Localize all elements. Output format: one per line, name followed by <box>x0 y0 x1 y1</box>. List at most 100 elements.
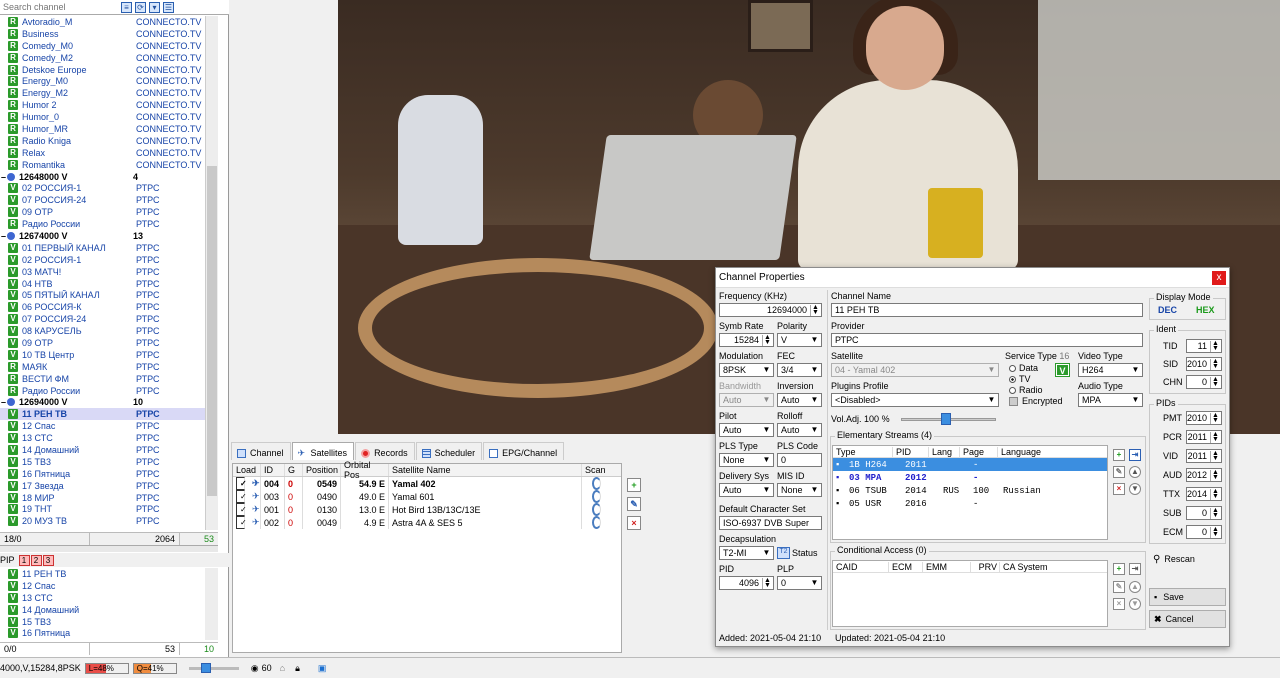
tab-scheduler[interactable]: Scheduler <box>415 442 483 460</box>
pip-scrollbar[interactable] <box>205 568 218 640</box>
search-icon[interactable] <box>592 516 601 529</box>
ca-add-icon[interactable]: + <box>1113 563 1125 575</box>
spin-icon[interactable]: ▲ ▼ <box>1210 376 1220 388</box>
chn-field[interactable]: 0 ▲ ▼ <box>1186 375 1222 389</box>
vid-field[interactable]: 2011 ▲ ▼ <box>1186 449 1222 463</box>
status-button[interactable]: T2 Status <box>777 547 818 559</box>
col-orbital[interactable]: Orbital Pos <box>341 460 389 480</box>
es-import-icon[interactable]: ⇥ <box>1129 449 1141 461</box>
col-name[interactable]: Satellite Name <box>389 464 582 476</box>
ttx-field[interactable]: 2014 ▲ ▼ <box>1186 487 1222 501</box>
pip-channel-row[interactable]: V 12 Спас <box>0 580 205 592</box>
plsc-field[interactable]: 0 <box>777 453 822 467</box>
dec-button[interactable]: DEC <box>1158 305 1177 315</box>
ca-up-icon[interactable]: ▲ <box>1129 581 1141 593</box>
ca-col-caid[interactable]: CAID <box>833 561 889 572</box>
tid-field[interactable]: 11 ▲ ▼ <box>1186 339 1222 353</box>
radio-data[interactable]: Data <box>1009 363 1038 373</box>
volume-icon[interactable]: ◉ <box>251 663 259 674</box>
channel-row[interactable]: R Energy_M0 CONNECTO.TV <box>0 75 205 87</box>
sid-field[interactable]: 2010 ▲ ▼ <box>1186 357 1222 371</box>
channel-list-scrollbar[interactable] <box>205 16 218 530</box>
channel-row[interactable]: V 14 Домашний РТРС <box>0 444 205 456</box>
spin-icon[interactable]: ▲ ▼ <box>1210 412 1220 424</box>
list-icon[interactable]: ☰ <box>163 1 174 13</box>
freq-field[interactable]: 12694000 ▲ ▼ <box>719 303 822 317</box>
pip-channel-row[interactable]: V 13 СТС <box>0 592 205 604</box>
spin-icon[interactable]: ▲ ▼ <box>1210 340 1220 352</box>
channel-row[interactable]: R Humor 2 CONNECTO.TV <box>0 99 205 111</box>
transponder-row[interactable]: –12674000 V 13 <box>0 230 205 242</box>
channel-row[interactable]: V 08 КАРУСЕЛЬ РТРС <box>0 325 205 337</box>
channel-row[interactable]: V 01 ПЕРВЫЙ КАНАЛ РТРС <box>0 242 205 254</box>
channel-row[interactable]: V 09 ОТР РТРС <box>0 337 205 349</box>
channel-row[interactable]: V 18 МИР РТРС <box>0 492 205 504</box>
spin-icon[interactable]: ▲ ▼ <box>810 304 820 316</box>
sub-field[interactable]: 0 ▲ ▼ <box>1186 506 1222 520</box>
es-col-type[interactable]: Type <box>833 446 893 457</box>
channel-row[interactable]: V 05 ПЯТЫЙ КАНАЛ РТРС <box>0 289 205 301</box>
channel-row[interactable]: V 15 ТВ3 РТРС <box>0 456 205 468</box>
rescan-button[interactable]: ⚲ Rescan <box>1149 550 1226 568</box>
ca-import-icon[interactable]: ⇥ <box>1129 563 1141 575</box>
plst-select[interactable]: None ▼ <box>719 453 774 467</box>
vtype-select[interactable]: H264 ▼ <box>1078 363 1143 377</box>
col-g[interactable]: G <box>285 464 303 476</box>
channel-row[interactable]: R Радио России РТРС <box>0 218 205 230</box>
ca-edit-icon[interactable]: ✎ <box>1113 581 1125 593</box>
satellite-row[interactable]: ✓ ✈ 004 0 0549 54.9 E Yamal 402 <box>233 477 621 490</box>
channel-row[interactable]: R Comedy_M2 CONNECTO.TV <box>0 52 205 64</box>
tab-satellites[interactable]: ✈ Satellites <box>291 442 355 460</box>
satellite-row[interactable]: ✓ ✈ 003 0 0490 49.0 E Yamal 601 <box>233 490 621 503</box>
search-input[interactable] <box>0 0 118 14</box>
col-id[interactable]: ID <box>261 464 285 476</box>
radio-tv[interactable]: TV <box>1009 374 1031 384</box>
radio-radio[interactable]: Radio <box>1009 385 1043 395</box>
pip-1-button[interactable]: 1 <box>18 554 30 566</box>
col-load[interactable]: Load <box>233 464 261 476</box>
col-position[interactable]: Position <box>303 464 341 476</box>
pip-3-button[interactable]: 3 <box>42 554 54 566</box>
scroll-thumb[interactable] <box>207 166 217 496</box>
spin-icon[interactable]: ▲ ▼ <box>1210 358 1220 370</box>
channel-row[interactable]: R Радио России РТРС <box>0 385 205 397</box>
decap-select[interactable]: T2-MI ▼ <box>719 546 774 560</box>
camera-icon[interactable]: ▣ <box>318 663 327 674</box>
channel-row[interactable]: R Avtoradio_M CONNECTO.TV <box>0 16 205 28</box>
ca-delete-icon[interactable]: × <box>1113 598 1125 610</box>
transponder-row[interactable]: –12648000 V4 <box>0 171 205 183</box>
channel-row[interactable]: V 13 СТС РТРС <box>0 432 205 444</box>
pilot-select[interactable]: Auto ▼ <box>719 423 774 437</box>
channel-row[interactable]: R МАЯК РТРС <box>0 361 205 373</box>
pid-field[interactable]: 4096 ▲ ▼ <box>719 576 774 590</box>
ca-down-icon[interactable]: ▼ <box>1129 598 1141 610</box>
stream-row[interactable]: ▪ 03 MPA 2012 - <box>833 471 1107 484</box>
es-down-icon[interactable]: ▼ <box>1129 483 1141 495</box>
channel-row[interactable]: V 07 РОССИЯ-24 РТРС <box>0 313 205 325</box>
encrypted-checkbox[interactable]: Encrypted <box>1009 396 1063 406</box>
close-icon[interactable]: x <box>1212 271 1226 285</box>
channel-row[interactable]: R Comedy_M0 CONNECTO.TV <box>0 40 205 52</box>
menu-icon[interactable]: ▾ <box>149 1 160 13</box>
channel-row[interactable]: V 07 РОССИЯ-24 РТРС <box>0 194 205 206</box>
name-field[interactable]: 11 РЕН ТВ <box>831 303 1143 317</box>
es-edit-icon[interactable]: ✎ <box>1113 466 1125 478</box>
pip-channel-row[interactable]: V 16 Пятница <box>0 627 205 639</box>
es-col-pid[interactable]: PID <box>893 446 929 457</box>
stream-row[interactable]: ▪ 05 USR 2016 - <box>833 497 1107 510</box>
delete-icon[interactable]: × <box>627 516 641 530</box>
ca-col-prv[interactable]: PRV <box>971 561 1000 572</box>
stream-row[interactable]: ▪ 1B H264 2011 - <box>833 458 1107 471</box>
ecm-field[interactable]: 0 ▲ ▼ <box>1186 525 1222 539</box>
es-col-lang[interactable]: Lang <box>929 446 960 457</box>
prov-field[interactable]: РТРС <box>831 333 1143 347</box>
es-add-icon[interactable]: + <box>1113 449 1125 461</box>
cancel-button[interactable]: ✖ Cancel <box>1149 610 1226 628</box>
atype-select[interactable]: MPA ▼ <box>1078 393 1143 407</box>
ca-col-ecm[interactable]: ECM <box>889 561 923 572</box>
load-checkbox[interactable]: ✓ <box>236 516 247 529</box>
charset-select[interactable]: ISO-6937 DVB Super <box>719 516 822 530</box>
pip-channel-row[interactable]: V 14 Домашний <box>0 604 205 616</box>
spin-icon[interactable]: ▲ ▼ <box>1210 431 1220 443</box>
channel-row[interactable]: V 02 РОССИЯ-1 РТРС <box>0 254 205 266</box>
